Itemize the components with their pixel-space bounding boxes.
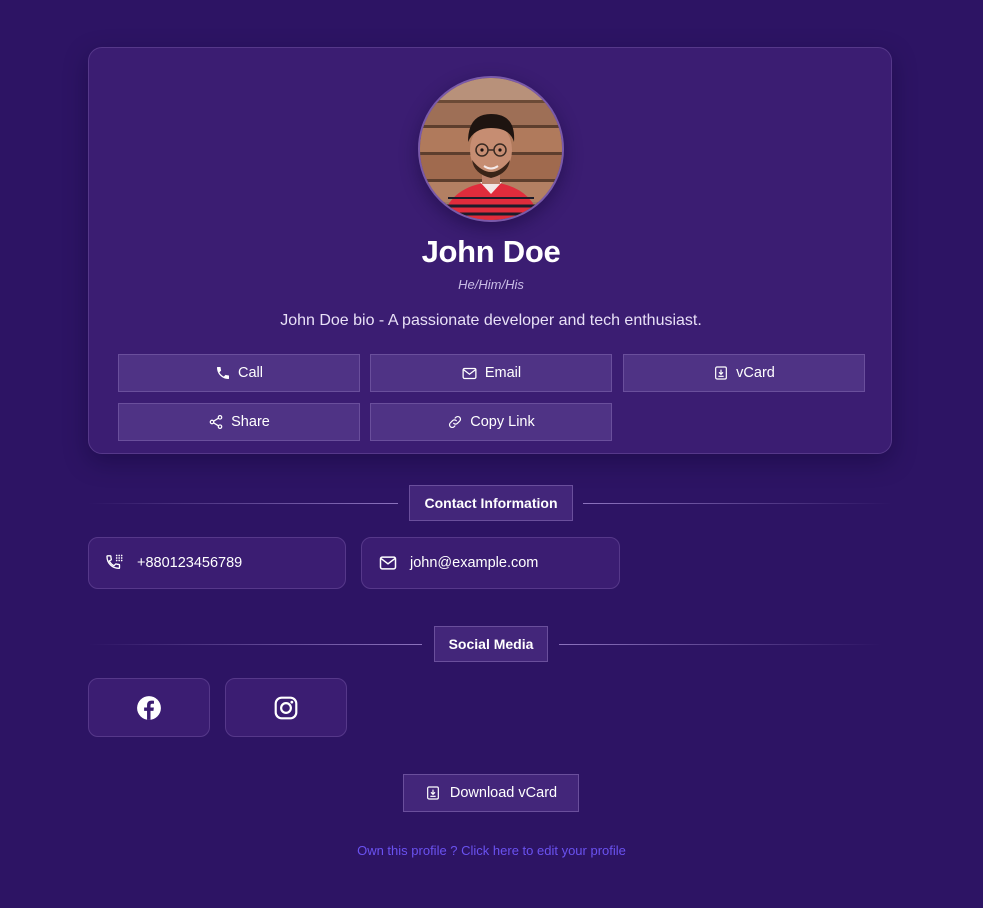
email-button[interactable]: Email: [370, 354, 612, 392]
divider-line: [583, 503, 892, 504]
download-box-icon: [715, 366, 728, 380]
contact-section-title: Contact Information: [409, 485, 573, 521]
phone-number: +880123456789: [137, 555, 243, 571]
contact-section-header: Contact Information: [88, 485, 892, 523]
email-address: john@example.com: [410, 555, 539, 571]
mail-icon: [462, 367, 477, 379]
profile-card: John Doe He/Him/His John Doe bio - A pas…: [88, 47, 892, 454]
copy-link-button[interactable]: Copy Link: [370, 403, 612, 441]
mail-icon: [379, 556, 397, 570]
social-section-header: Social Media: [88, 626, 892, 664]
share-button[interactable]: Share: [118, 403, 360, 441]
download-box-icon: [426, 786, 439, 800]
divider-line: [88, 644, 422, 645]
copy-link-label: Copy Link: [470, 414, 535, 430]
call-label: Call: [238, 365, 263, 381]
edit-profile-link[interactable]: Own this profile ? Click here to edit yo…: [0, 843, 983, 858]
phone-icon: [217, 367, 229, 379]
download-vcard-label: Download vCard: [449, 785, 558, 801]
phone-contact[interactable]: +880123456789: [88, 537, 346, 589]
facebook-link[interactable]: [88, 678, 210, 737]
avatar: [418, 76, 564, 222]
email-contact[interactable]: john@example.com: [361, 537, 620, 589]
link-icon: [449, 415, 462, 429]
share-icon: [209, 415, 223, 429]
divider-line: [88, 503, 398, 504]
instagram-link[interactable]: [225, 678, 347, 737]
avatar-photo: [420, 78, 562, 220]
divider-line: [559, 644, 882, 645]
call-button[interactable]: Call: [118, 354, 360, 392]
profile-pronouns: He/Him/His: [458, 277, 524, 292]
download-vcard-button[interactable]: Download vCard: [403, 774, 579, 812]
vcard-button[interactable]: vCard: [623, 354, 865, 392]
dialpad-phone-icon: [106, 554, 123, 570]
facebook-icon: [137, 695, 161, 720]
email-label: Email: [484, 365, 522, 381]
vcard-label: vCard: [736, 365, 775, 381]
profile-name: John Doe: [421, 234, 561, 269]
share-label: Share: [231, 414, 270, 430]
instagram-icon: [274, 696, 298, 719]
profile-bio: John Doe bio - A passionate developer an…: [280, 312, 702, 329]
social-section-title: Social Media: [434, 626, 548, 662]
